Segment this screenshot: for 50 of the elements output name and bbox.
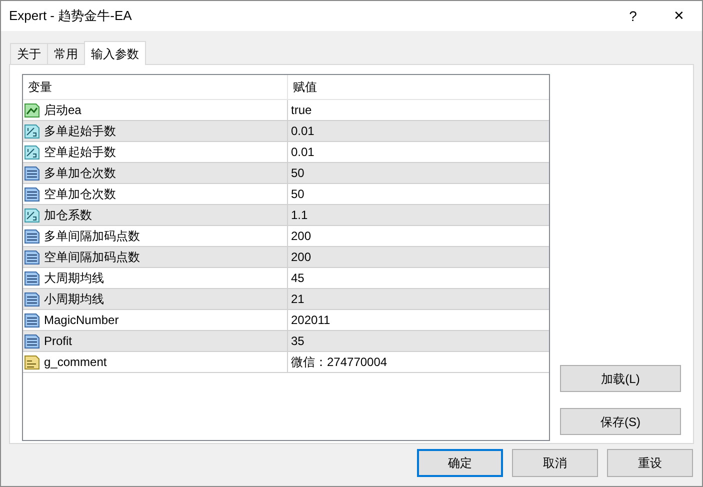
fraction-icon (24, 124, 40, 138)
table-cell-text: 45 (290, 270, 306, 287)
fraction-icon (24, 144, 40, 160)
table-cell-text: 空单间隔加码点数 (44, 249, 140, 266)
table-cell-text: 加仓系数 (44, 207, 92, 224)
table-cell-text: true (290, 102, 313, 119)
table-cell-text: 大周期均线 (44, 270, 104, 287)
column-header[interactable]: 变量 (23, 75, 288, 99)
table-cell-text: 1.1 (290, 207, 309, 224)
tab[interactable]: 输入参数 (84, 41, 146, 65)
table-cell-text: g_comment (44, 354, 107, 371)
side-button[interactable]: 加载(L) (560, 365, 681, 392)
dialog-button[interactable]: 确定 (417, 449, 503, 477)
table-cell-text: 小周期均线 (44, 291, 104, 308)
text-icon (24, 354, 40, 370)
table-cell-text: 202011 (290, 312, 332, 329)
tab[interactable]: 关于 (10, 43, 48, 64)
column-header[interactable]: 赋值 (288, 75, 549, 99)
number-icon (24, 270, 40, 286)
table-cell-text: 50 (290, 165, 306, 182)
table-cell-text: 50 (290, 186, 306, 203)
table-cell-text: 35 (290, 333, 306, 350)
table-cell-text: 200 (290, 228, 312, 245)
dialog-button[interactable]: 重设 (607, 449, 693, 477)
number-icon (24, 228, 40, 244)
fraction-icon (24, 208, 40, 222)
number-icon (24, 166, 40, 180)
number-icon (24, 292, 40, 306)
table-cell-text: MagicNumber (44, 312, 119, 329)
table-cell-text: 空单起始手数 (44, 144, 116, 161)
table-cell-text: 200 (290, 249, 312, 266)
dialog-button[interactable]: 取消 (512, 449, 598, 477)
help-button[interactable]: ? (610, 1, 656, 31)
table-cell-text: Profit (44, 333, 72, 350)
table-cell-text: 0.01 (290, 123, 316, 140)
table-cell-text: 多单间隔加码点数 (44, 228, 140, 245)
close-button[interactable]: ✕ (656, 1, 702, 31)
window-title: Expert - 趋势金牛-EA (8, 7, 133, 26)
table-cell-text: 微信：274770004 (290, 354, 388, 371)
table-cell-text: 启动ea (44, 102, 82, 119)
side-button[interactable]: 保存(S) (560, 408, 681, 435)
table-cell-text: 21 (290, 291, 306, 308)
table-cell-text: 0.01 (290, 144, 316, 161)
number-icon (24, 250, 40, 264)
table-cell-text: 多单起始手数 (44, 123, 116, 140)
number-icon (24, 186, 40, 202)
table-cell-text: 多单加仓次数 (44, 165, 116, 182)
table-cell-text: 空单加仓次数 (44, 186, 116, 203)
number-icon (24, 334, 40, 348)
number-icon (24, 312, 40, 328)
